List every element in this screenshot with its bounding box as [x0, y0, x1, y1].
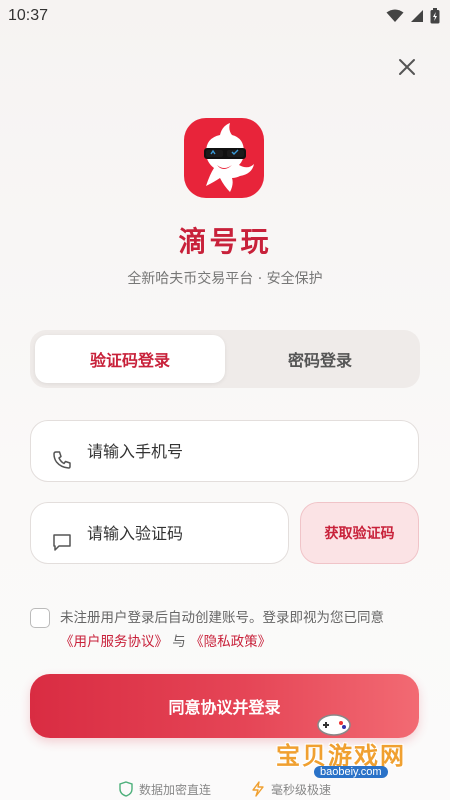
watermark-url: baobeiy.com	[314, 766, 388, 778]
agreement-checkbox[interactable]	[30, 608, 50, 628]
privacy-policy-link[interactable]: 《隐私政策》	[190, 634, 271, 650]
close-icon	[399, 59, 415, 75]
status-icons	[386, 8, 440, 24]
tab-sms-login[interactable]: 验证码登录	[35, 335, 225, 383]
footer-encryption-label: 数据加密直连	[138, 782, 211, 797]
app-logo	[184, 118, 264, 198]
status-bar: 10:37	[0, 0, 450, 32]
phone-input[interactable]	[87, 439, 387, 463]
message-icon	[53, 534, 71, 551]
code-input[interactable]	[87, 521, 267, 545]
battery-icon	[430, 8, 440, 24]
status-time: 10:37	[8, 7, 49, 24]
footer-speed-label: 毫秒级极速	[271, 782, 332, 797]
app-name: 滴号玩	[178, 225, 272, 258]
app-subtitle: 全新哈夫币交易平台 · 安全保护	[127, 271, 323, 287]
watermark-text: 宝贝游戏网	[276, 742, 406, 770]
lightning-icon	[252, 781, 264, 797]
footer-speed: 毫秒级极速	[251, 778, 331, 800]
close-button[interactable]	[392, 52, 422, 82]
mascot-logo-icon	[204, 123, 254, 192]
login-tabs: 验证码登录 密码登录	[30, 330, 420, 388]
shield-icon	[119, 781, 133, 797]
wifi-icon	[386, 9, 404, 22]
get-code-button[interactable]: 获取验证码	[300, 502, 419, 564]
agreement-and: 与	[172, 634, 186, 650]
code-field[interactable]	[30, 502, 289, 564]
login-button[interactable]: 同意协议并登录	[30, 674, 419, 738]
tab-password-login[interactable]: 密码登录	[225, 335, 415, 383]
agreement-statement: 未注册用户登录后自动创建账号。登录即视为您已同意	[60, 610, 384, 626]
phone-icon	[53, 451, 71, 469]
agreement-text: 未注册用户登录后自动创建账号。登录即视为您已同意 《用户服务协议》 与 《隐私政…	[60, 606, 430, 654]
phone-field[interactable]	[30, 420, 419, 482]
user-agreement-link[interactable]: 《用户服务协议》	[60, 634, 168, 650]
footer: 数据加密直连 毫秒级极速	[0, 778, 450, 800]
signal-icon	[411, 10, 423, 22]
footer-encryption: 数据加密直连	[119, 778, 211, 800]
